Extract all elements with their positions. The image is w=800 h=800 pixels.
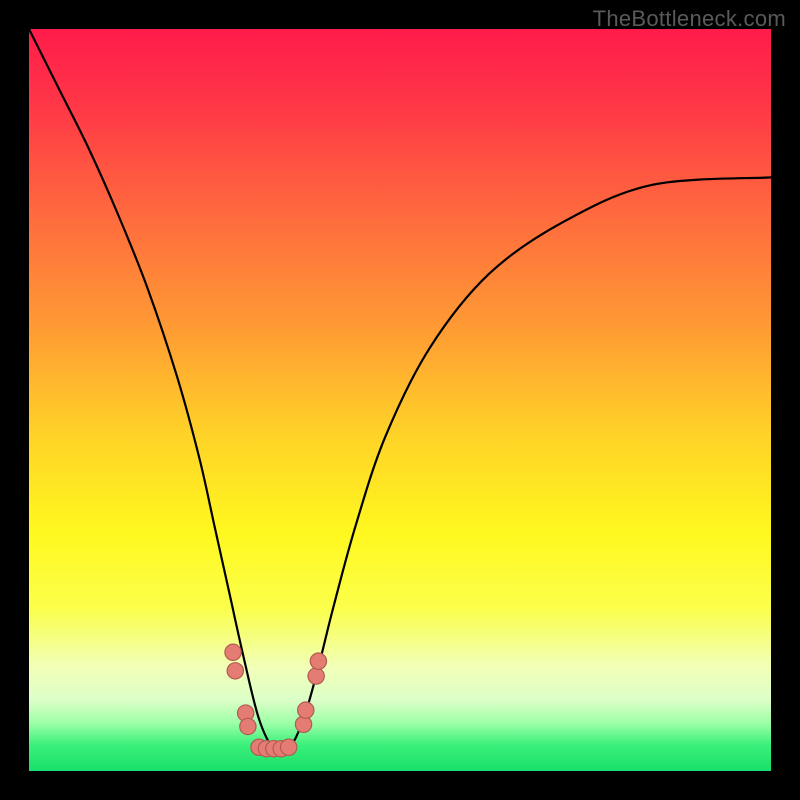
data-point <box>225 644 241 660</box>
plot-inner <box>29 29 771 771</box>
watermark-text: TheBottleneck.com <box>593 6 786 32</box>
bottleneck-curve <box>29 29 771 771</box>
plot-area <box>29 29 771 771</box>
data-markers <box>225 644 327 757</box>
data-point <box>308 668 324 684</box>
data-point <box>240 718 256 734</box>
data-point <box>298 702 314 718</box>
data-point <box>281 739 297 755</box>
chart-frame: TheBottleneck.com <box>0 0 800 800</box>
data-point <box>227 663 243 679</box>
data-point <box>310 653 326 669</box>
